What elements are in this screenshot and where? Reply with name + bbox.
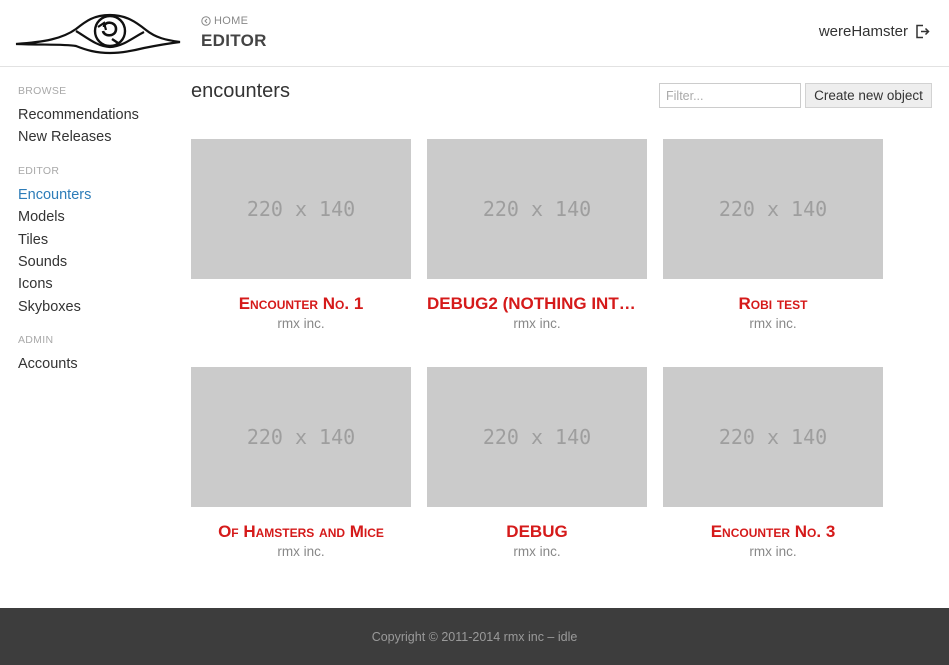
home-link[interactable]: HOME: [201, 15, 248, 27]
section-title: EDITOR: [201, 31, 267, 50]
sidebar-item-skyboxes[interactable]: Skyboxes: [18, 296, 178, 318]
card-thumbnail[interactable]: 220 x 140: [663, 139, 883, 279]
card-thumbnail[interactable]: 220 x 140: [427, 367, 647, 507]
encounter-card[interactable]: 220 x 140 DEBUG2 (NOTHING INTERESTING) r…: [427, 139, 647, 333]
page-title: encounters: [191, 80, 290, 102]
card-title[interactable]: DEBUG: [427, 521, 647, 543]
eye-logo-icon[interactable]: [14, 9, 182, 55]
chevron-left-circle-icon: [201, 16, 211, 26]
sidebar: BROWSE Recommendations New Releases EDIT…: [18, 84, 178, 376]
card-thumbnail[interactable]: 220 x 140: [191, 367, 411, 507]
card-title[interactable]: Encounter No. 3: [663, 521, 883, 543]
encounter-card[interactable]: 220 x 140 Robi test rmx inc.: [663, 139, 883, 333]
card-thumbnail[interactable]: 220 x 140: [191, 139, 411, 279]
card-thumbnail[interactable]: 220 x 140: [663, 367, 883, 507]
card-owner: rmx inc.: [749, 316, 797, 331]
user-menu[interactable]: wereHamster: [819, 23, 930, 40]
card-title[interactable]: Robi test: [663, 293, 883, 315]
card-title[interactable]: DEBUG2 (NOTHING INTERESTING): [427, 293, 647, 315]
card-owner: rmx inc.: [513, 544, 561, 559]
sidebar-item-icons[interactable]: Icons: [18, 273, 178, 295]
card-title[interactable]: Of Hamsters and Mice: [191, 521, 411, 543]
create-new-object-button[interactable]: Create new object: [805, 83, 932, 108]
card-thumbnail[interactable]: 220 x 140: [427, 139, 647, 279]
sidebar-item-recommendations[interactable]: Recommendations: [18, 104, 178, 126]
sidebar-item-accounts[interactable]: Accounts: [18, 353, 178, 375]
card-owner: rmx inc.: [749, 544, 797, 559]
sidebar-item-models[interactable]: Models: [18, 206, 178, 228]
logout-icon[interactable]: [915, 24, 930, 39]
encounter-card[interactable]: 220 x 140 DEBUG rmx inc.: [427, 367, 647, 561]
nav-group-browse-label: BROWSE: [18, 85, 67, 97]
footer: Copyright © 2011-2014 rmx inc – idle: [0, 608, 949, 665]
sidebar-item-tiles[interactable]: Tiles: [18, 229, 178, 251]
card-owner: rmx inc.: [277, 316, 325, 331]
sidebar-item-sounds[interactable]: Sounds: [18, 251, 178, 273]
footer-copyright: Copyright © 2011-2014 rmx inc – idle: [371, 629, 578, 644]
nav-group-admin-label: ADMIN: [18, 334, 54, 347]
sidebar-item-new-releases[interactable]: New Releases: [18, 126, 178, 148]
card-owner: rmx inc.: [277, 544, 325, 559]
encounter-card[interactable]: 220 x 140 Of Hamsters and Mice rmx inc.: [191, 367, 411, 561]
card-owner: rmx inc.: [513, 316, 561, 331]
encounter-card[interactable]: 220 x 140 Encounter No. 1 rmx inc.: [191, 139, 411, 333]
sidebar-item-encounters[interactable]: Encounters: [18, 184, 178, 206]
username[interactable]: wereHamster: [819, 23, 908, 40]
filter-input[interactable]: [659, 83, 801, 108]
top-header: HOME EDITOR wereHamster: [0, 0, 949, 67]
card-title[interactable]: Encounter No. 1: [191, 293, 411, 315]
home-link-label: HOME: [214, 15, 249, 27]
encounter-card[interactable]: 220 x 140 Encounter No. 3 rmx inc.: [663, 367, 883, 561]
nav-group-editor-label: EDITOR: [18, 164, 60, 177]
